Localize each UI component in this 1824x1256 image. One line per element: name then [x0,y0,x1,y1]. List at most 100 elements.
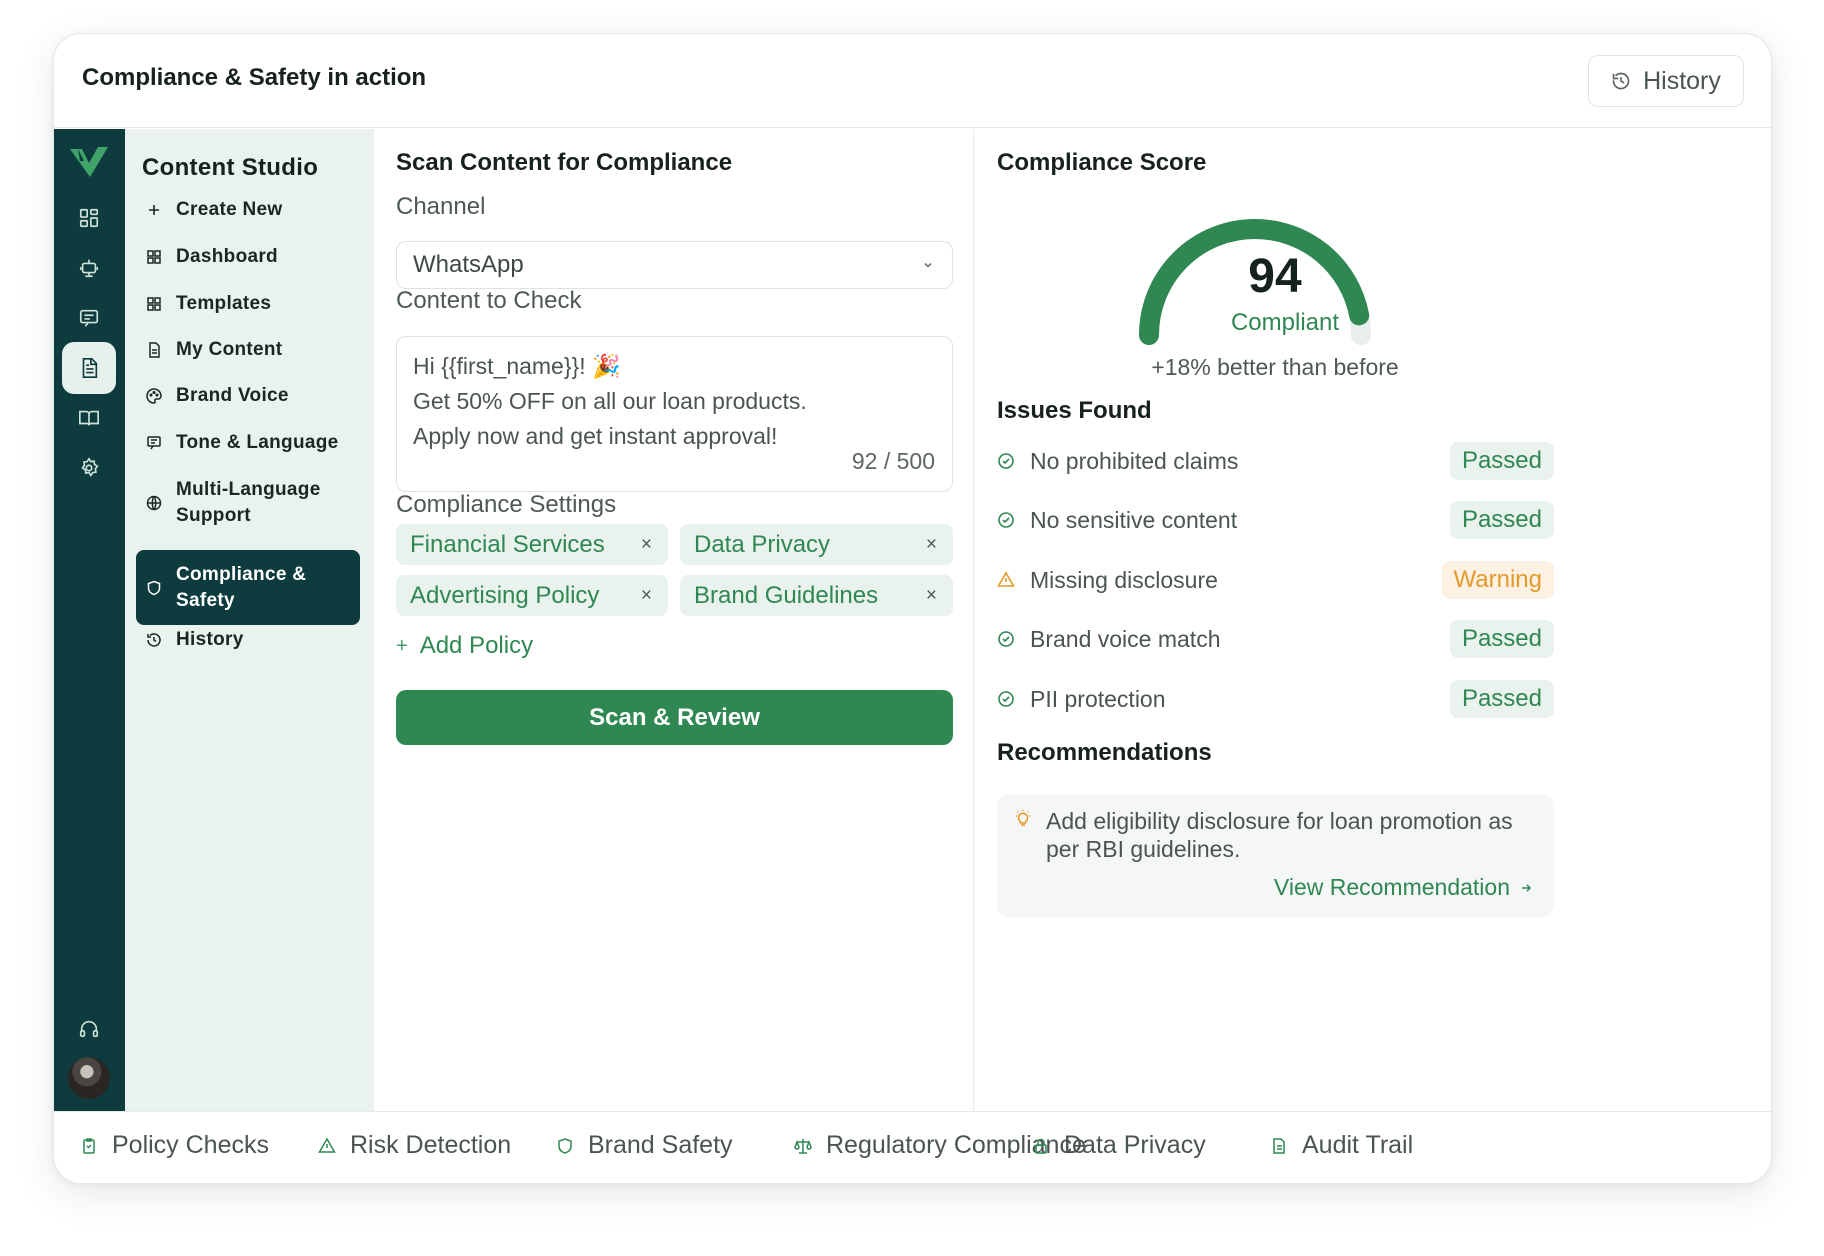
book-icon [79,410,99,426]
sidebar-item-dashboard[interactable]: Dashboard [136,244,360,270]
page-title: Compliance & Safety in action [82,64,427,91]
warning-icon [318,1136,336,1153]
sidebar-item-tone-language[interactable]: Tone & Language [136,430,360,456]
sidebar-item-templates[interactable]: Templates [136,291,360,317]
clipboard-icon [83,1137,95,1154]
footer-item-data-privacy: Data Privacy [1032,1131,1206,1160]
sidebar-item-multi-language[interactable]: Multi-Language Support [136,477,360,529]
status-badge: Passed [1449,442,1554,480]
issue-row: Brand voice match Passed [997,620,1554,658]
grid-icon [146,249,162,265]
scan-panel: Scan Content for Compliance Channel What… [374,129,974,1111]
issue-row: PII protection Passed [997,680,1554,718]
score-panel: Compliance Score 94 Compliant +18% bette… [975,129,1771,1111]
history-icon [146,632,162,648]
sidebar-item-brand-voice[interactable]: Brand Voice [136,383,360,409]
rail-support-button[interactable] [62,1003,116,1055]
status-badge: Passed [1449,680,1554,718]
rail-book-button[interactable] [62,392,116,444]
rail-settings-button[interactable] [62,442,116,494]
content-line: Hi {{first_name}}! 🎉 [413,353,621,379]
check-circle-icon [997,690,1015,708]
view-recommendation-link[interactable]: View Recommendation [1274,874,1532,901]
issues-title: Issues Found [997,397,1152,424]
footer-item-brand-safety: Brand Safety [556,1131,733,1160]
channel-select[interactable]: WhatsApp [396,241,953,289]
check-circle-icon [997,511,1015,529]
main-card: Compliance & Safety in action History Co… [53,33,1772,1184]
history-icon [1612,72,1630,90]
status-badge: Passed [1449,620,1554,658]
document-icon [146,342,162,358]
policy-chip: Financial Services × [396,524,668,565]
score-status: Compliant [1230,309,1340,336]
content-line: Get 50% OFF on all our loan products. [413,388,807,414]
plus-icon [146,202,162,218]
chevron-down-icon [924,262,932,268]
sidebar: Content Studio Create New Dashboard Temp… [125,129,374,1111]
logo-icon [70,147,108,177]
shield-icon [146,580,162,596]
channel-label: Channel [396,193,486,220]
footer-item-audit-trail: Audit Trail [1270,1131,1413,1160]
score-title: Compliance Score [997,149,1207,176]
avatar[interactable] [66,1055,112,1101]
scan-title: Scan Content for Compliance [396,149,733,176]
issue-row: No sensitive content Passed [997,501,1554,539]
feature-footer: Policy Checks Risk Detection Brand Safet… [54,1111,1771,1183]
rail-message-button[interactable] [62,292,116,344]
char-count: 92 / 500 [851,448,935,474]
issue-row: No prohibited claims Passed [997,442,1554,480]
scale-icon [794,1138,812,1154]
sidebar-title: Content Studio [142,154,319,181]
content-label: Content to Check [396,287,582,314]
globe-icon [146,495,162,511]
top-bar: Compliance & Safety in action History [54,34,1771,128]
check-circle-icon [997,452,1015,470]
plus-icon: + [396,634,408,657]
icon-rail [54,129,125,1111]
score-value: 94 [1248,250,1302,303]
sidebar-item-history[interactable]: History [136,627,360,653]
status-badge: Passed [1449,501,1554,539]
message-icon [146,435,162,451]
recommendations-title: Recommendations [997,739,1212,766]
remove-policy-button[interactable]: × [641,585,652,607]
history-button-label: History [1643,66,1721,95]
rail-grid-button[interactable] [62,192,116,244]
content-textarea[interactable]: Hi {{first_name}}! 🎉 Get 50% OFF on all … [396,336,953,492]
sidebar-item-my-content[interactable]: My Content [136,337,360,363]
grid-icon [146,296,162,312]
robot-icon [79,259,99,278]
shield-icon [558,1137,572,1154]
message-icon [79,309,99,327]
check-circle-icon [997,630,1015,648]
recommendation-card: Add eligibility disclosure for loan prom… [997,794,1554,917]
issue-row: Missing disclosure Warning [997,561,1554,599]
remove-policy-button[interactable]: × [926,585,937,607]
warning-icon [997,571,1015,589]
headset-icon [79,1020,99,1038]
policy-chip: Data Privacy × [680,524,953,565]
sidebar-item-compliance-safety[interactable]: Compliance & Safety [136,550,360,625]
grid-icon [79,208,99,228]
status-badge: Warning [1441,561,1554,599]
remove-policy-button[interactable]: × [641,534,652,556]
settings-label: Compliance Settings [396,491,617,518]
rail-document-button[interactable] [62,342,116,394]
history-button[interactable]: History [1588,55,1744,107]
document-icon [82,358,98,378]
remove-policy-button[interactable]: × [926,534,937,556]
scan-review-button[interactable]: Scan & Review [396,690,953,745]
rail-robot-button[interactable] [62,242,116,294]
lightbulb-icon [1016,810,1030,826]
footer-item-policy-checks: Policy Checks [80,1131,269,1160]
gear-icon [81,457,99,477]
palette-icon [146,388,162,404]
add-policy-button[interactable]: + Add Policy [396,632,533,660]
sidebar-item-create-new[interactable]: Create New [136,197,360,223]
policy-chip: Advertising Policy × [396,575,668,616]
recommendation-text: Add eligibility disclosure for loan prom… [1046,808,1513,862]
lock-icon [1035,1138,1047,1154]
document-icon [1273,1137,1285,1154]
